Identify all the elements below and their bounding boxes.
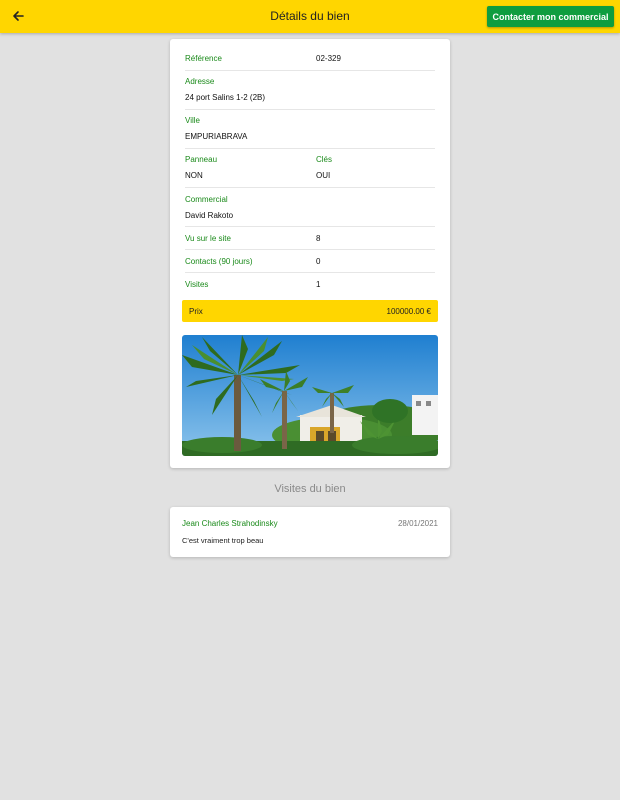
reference-value: 02-329 xyxy=(316,54,341,63)
city-label: Ville xyxy=(185,116,200,125)
visits-count-label: Visites xyxy=(185,280,209,289)
address-value: 24 port Salins 1-2 (2B) xyxy=(185,93,266,102)
commercial-label: Commercial xyxy=(185,195,228,204)
visits-section-title: Visites du bien xyxy=(274,483,346,495)
sign-value: NON xyxy=(185,171,203,180)
price-value: 100000.00 € xyxy=(386,307,432,316)
visit-comment: C'est vraiment trop beau xyxy=(182,536,264,545)
sign-label: Panneau xyxy=(185,155,218,164)
price-bar: Prix 100000.00 € xyxy=(182,300,438,322)
keys-label: Clés xyxy=(316,155,333,164)
views-row: Vu sur le site 8 xyxy=(185,227,435,250)
property-photo-image xyxy=(182,335,438,456)
visits-count-row: Visites 1 xyxy=(185,273,435,296)
visit-date: 28/01/2021 xyxy=(397,519,438,528)
price-label: Prix xyxy=(189,307,203,316)
views-value: 8 xyxy=(316,234,321,243)
contacts-value: 0 xyxy=(316,257,321,266)
views-label: Vu sur le site xyxy=(185,234,231,243)
keys-value: OUI xyxy=(316,171,331,180)
contacts-label: Contacts (90 jours) xyxy=(185,257,253,266)
commercial-row: Commercial David Rakoto xyxy=(185,188,435,227)
contacts-row: Contacts (90 jours) 0 xyxy=(185,250,435,273)
visitor-name: Jean Charles Strahodinsky xyxy=(182,519,278,528)
address-label: Adresse xyxy=(185,77,215,86)
contact-commercial-button[interactable]: Contacter mon commercial xyxy=(487,6,614,27)
commercial-value: David Rakoto xyxy=(185,211,234,220)
visits-count-value: 1 xyxy=(316,280,321,289)
property-details-card: Référence 02-329 Adresse 24 port Salins … xyxy=(170,39,450,468)
city-value: EMPURIABRAVA xyxy=(185,132,248,141)
city-row: Ville EMPURIABRAVA xyxy=(185,110,435,149)
visit-card[interactable]: Jean Charles Strahodinsky 28/01/2021 C'e… xyxy=(170,507,450,557)
address-row: Adresse 24 port Salins 1-2 (2B) xyxy=(185,71,435,110)
reference-label: Référence xyxy=(185,54,222,63)
app-bar: Détails du bien Contacter mon commercial xyxy=(0,0,620,33)
sign-keys-row: Panneau NON Clés OUI xyxy=(185,149,435,188)
reference-row: Référence 02-329 xyxy=(185,51,435,71)
property-photo[interactable] xyxy=(182,335,438,456)
